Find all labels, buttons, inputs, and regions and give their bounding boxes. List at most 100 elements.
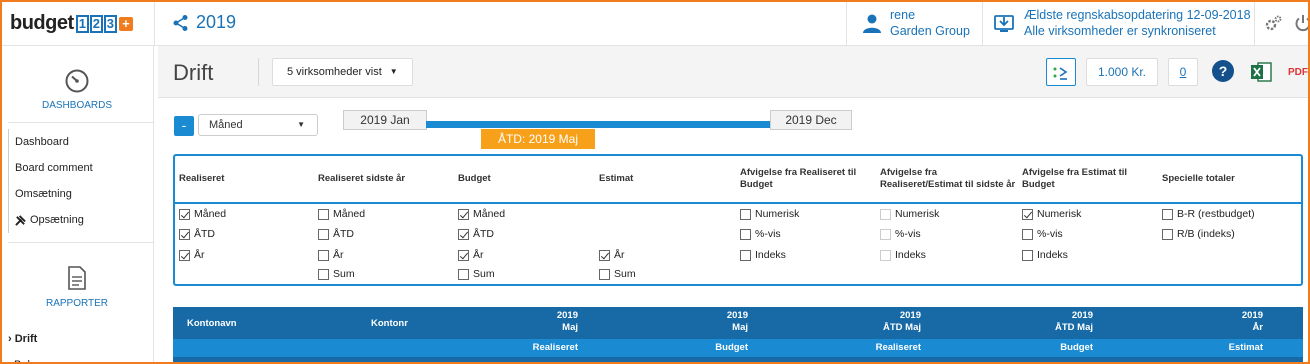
user-icon [863, 14, 881, 33]
report-content: - Måned ▼ 2019 Jan 2019 Dec ÅTD: 2019 Maj… [158, 98, 1310, 364]
sidebar-item-drift[interactable]: › Drift [8, 326, 37, 352]
sync-status[interactable]: Ældste regnskabsopdatering 12-09-2018 Al… [994, 7, 1251, 39]
divider [982, 0, 983, 46]
hide-zero-button[interactable]: 0 [1168, 58, 1198, 86]
checkbox-afv-rb-numerisk[interactable]: Numerisk [740, 208, 799, 220]
amount-unit-button[interactable]: 1.000 Kr. [1086, 58, 1158, 86]
option-header: Budget [458, 173, 491, 184]
logo-digit: 1 [75, 14, 89, 33]
sidebar-item-board-comment[interactable]: Board comment [9, 155, 93, 181]
column-header-period[interactable]: 2019 ÅTD Maj [816, 310, 921, 334]
logo-digit: 2 [89, 14, 103, 33]
column-type-label: Realiseret [532, 342, 578, 353]
checkbox-disabled [880, 208, 891, 220]
checkbox-unchecked [740, 208, 751, 220]
checkbox-label: Indeks [755, 249, 786, 261]
column-subheader-row: Realiseret Budget Realiseret Budget Esti… [173, 339, 1303, 357]
checkbox-realiseret-aatd[interactable]: ÅTD [179, 228, 215, 240]
column-header-kontonavn[interactable]: Kontonavn [187, 318, 237, 330]
checkbox-afv-eb-indeks[interactable]: Indeks [1022, 249, 1068, 261]
pdf-export-button[interactable]: PDF [1286, 58, 1310, 86]
checkbox-realiseret-aar[interactable]: År [179, 249, 205, 261]
checkbox-sidste-aar-aar[interactable]: År [318, 249, 344, 261]
checkbox-afv-rb-indeks[interactable]: Indeks [740, 249, 786, 261]
checkbox-afv-eb-procent[interactable]: %-vis [1022, 228, 1063, 240]
atd-marker[interactable]: ÅTD: 2019 Maj [481, 129, 595, 149]
checkbox-estimat-aar[interactable]: År [599, 249, 625, 261]
chevron-down-icon: ▼ [389, 67, 398, 77]
checkbox-checked [179, 249, 190, 261]
divider [175, 202, 1301, 204]
checkbox-sidste-aar-sum[interactable]: Sum [318, 268, 355, 280]
checkbox-budget-maaned[interactable]: Måned [458, 208, 505, 220]
checkbox-budget-aatd[interactable]: ÅTD [458, 228, 494, 240]
checkbox-label: Sum [333, 268, 355, 280]
checkbox-unchecked [318, 228, 329, 240]
sidebar-item-label: Drift [14, 333, 38, 345]
checkbox-unchecked [318, 208, 329, 220]
document-icon [68, 266, 86, 290]
logo-digit: 3 [103, 14, 117, 33]
excel-export-button[interactable] [1248, 58, 1274, 86]
checkbox-disabled [880, 228, 891, 240]
column-year: 2019 [899, 310, 921, 321]
power-icon[interactable] [1294, 14, 1310, 32]
column-header-kontonr[interactable]: Kontonr [371, 318, 408, 330]
checkbox-sidste-aar-aatd[interactable]: ÅTD [318, 228, 354, 240]
sort-toggle-button[interactable] [1046, 58, 1076, 86]
dashboard-links: Dashboard Board comment Omsætning Opsætn… [8, 129, 93, 233]
sync-date: Ældste regnskabsopdatering 12-09-2018 [1024, 8, 1251, 22]
company-filter-dropdown[interactable]: 5 virksomheder vist ▼ [272, 58, 413, 86]
checkbox-label: År [473, 249, 484, 261]
checkbox-sidste-aar-maaned[interactable]: Måned [318, 208, 365, 220]
sidebar-item-omsaetning[interactable]: Omsætning [9, 181, 93, 207]
checkbox-unchecked [318, 268, 329, 280]
sidebar-item-dashboard[interactable]: Dashboard [9, 129, 93, 155]
column-type-label: Budget [1060, 342, 1093, 353]
period-selector[interactable]: 2019 [172, 12, 236, 33]
timeline-range-bar[interactable] [426, 121, 770, 128]
checkbox-label: Sum [614, 268, 636, 280]
timeline-start-handle[interactable]: 2019 Jan [343, 110, 427, 130]
column-period: ÅTD Maj [883, 322, 921, 333]
app-logo[interactable]: budget 1 2 3 + [10, 12, 133, 35]
column-header-period[interactable]: 2019 År [1158, 310, 1263, 334]
granularity-select[interactable]: Måned ▼ [198, 114, 318, 136]
checkbox-special-restbudget[interactable]: B-R (restbudget) [1162, 208, 1255, 220]
divider [1254, 0, 1255, 46]
column-year: 2019 [1241, 310, 1263, 321]
checkbox-special-indeks[interactable]: R/B (indeks) [1162, 228, 1235, 240]
checkbox-afv-rb-procent[interactable]: %-vis [740, 228, 781, 240]
download-icon [994, 15, 1014, 32]
page-title: Drift [173, 60, 214, 85]
sidebar-section-reports[interactable]: RAPPORTER [0, 266, 154, 309]
column-period: Maj [732, 322, 748, 333]
period-year: 2019 [196, 12, 237, 32]
column-header-period[interactable]: 2019 ÅTD Maj [988, 310, 1093, 334]
column-type-label: Budget [715, 342, 748, 353]
dashboard-gauge-icon [65, 69, 89, 93]
checkbox-estimat-sum[interactable]: Sum [599, 268, 636, 280]
settings-icon[interactable] [1264, 14, 1282, 32]
checkbox-realiseret-maaned[interactable]: Måned [179, 208, 226, 220]
checkbox-label: Numerisk [755, 208, 800, 220]
timeline-end-handle[interactable]: 2019 Dec [770, 110, 852, 130]
sidebar-section-dashboards[interactable]: DASHBOARDS [0, 68, 154, 111]
sidebar-item-bal[interactable]: Bal [8, 352, 37, 364]
collapse-button[interactable]: - [174, 116, 194, 136]
help-button[interactable]: ? [1208, 58, 1238, 86]
checkbox-unchecked [599, 268, 610, 280]
checkbox-label: ÅTD [194, 228, 215, 240]
checkbox-afv-eb-numerisk[interactable]: Numerisk [1022, 208, 1081, 220]
checkbox-label: År [194, 249, 205, 261]
checkbox-budget-sum[interactable]: Sum [458, 268, 495, 280]
user-menu[interactable]: rene Garden Group [862, 7, 970, 39]
checkbox-budget-aar[interactable]: År [458, 249, 484, 261]
checkbox-label: År [614, 249, 625, 261]
sidebar-item-opsaetning[interactable]: Opsætning [9, 207, 93, 233]
checkbox-unchecked [1022, 249, 1033, 261]
column-header-period[interactable]: 2019 Maj [473, 310, 578, 334]
column-period: ÅTD Maj [1055, 322, 1093, 333]
column-header-period[interactable]: 2019 Maj [643, 310, 748, 334]
tools-icon [15, 214, 26, 226]
